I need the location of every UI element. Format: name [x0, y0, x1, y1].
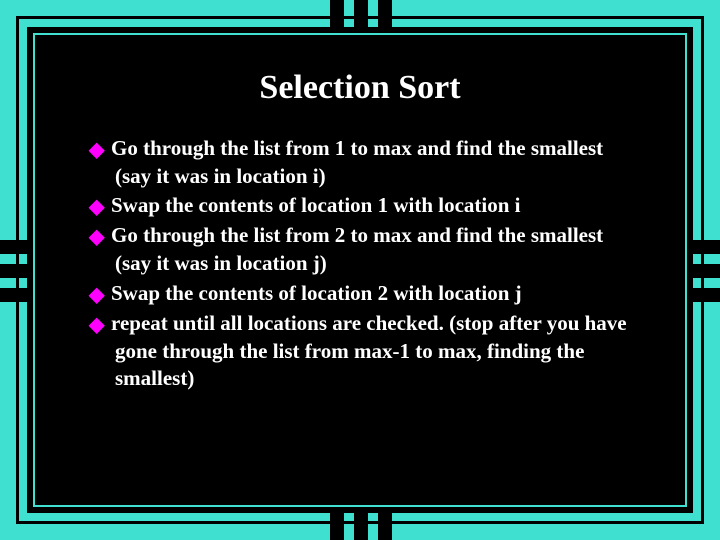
- slide-frame-inner: Selection Sort ◆Go through the list from…: [33, 33, 687, 507]
- slide-frame-outer: Selection Sort ◆Go through the list from…: [16, 16, 704, 524]
- diamond-icon: ◆: [89, 137, 111, 163]
- list-item: ◆Swap the contents of location 2 with lo…: [89, 280, 631, 308]
- bullet-text: repeat until all locations are checked. …: [111, 311, 627, 390]
- bullet-list: ◆Go through the list from 1 to max and f…: [89, 135, 631, 392]
- slide-frame-mid: Selection Sort ◆Go through the list from…: [27, 27, 693, 513]
- diamond-icon: ◆: [89, 282, 111, 308]
- slide-title: Selection Sort: [89, 69, 631, 107]
- list-item: ◆Go through the list from 2 to max and f…: [89, 222, 631, 277]
- diamond-icon: ◆: [89, 312, 111, 338]
- list-item: ◆Swap the contents of location 1 with lo…: [89, 192, 631, 220]
- bullet-text: Swap the contents of location 1 with loc…: [111, 193, 521, 217]
- bullet-text: Go through the list from 2 to max and fi…: [111, 223, 603, 275]
- bullet-text: Swap the contents of location 2 with loc…: [111, 281, 522, 305]
- diamond-icon: ◆: [89, 224, 111, 250]
- list-item: ◆repeat until all locations are checked.…: [89, 310, 631, 393]
- slide-content: Selection Sort ◆Go through the list from…: [41, 41, 679, 499]
- bullet-text: Go through the list from 1 to max and fi…: [111, 136, 603, 188]
- list-item: ◆Go through the list from 1 to max and f…: [89, 135, 631, 190]
- diamond-icon: ◆: [89, 194, 111, 220]
